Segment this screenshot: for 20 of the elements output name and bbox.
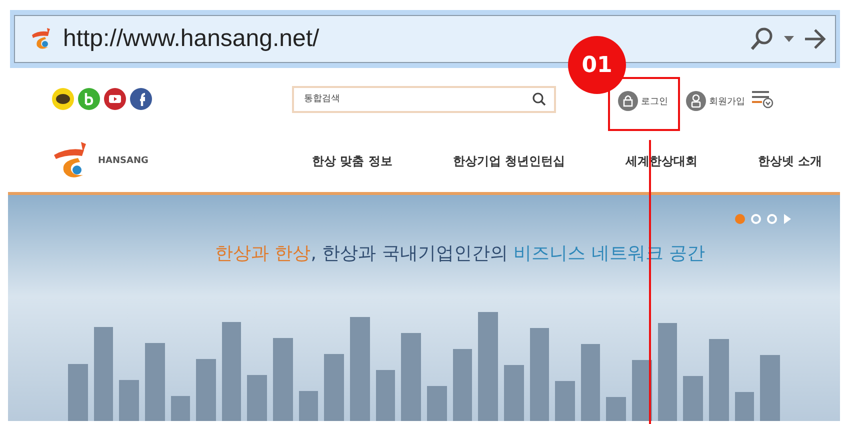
logo-text: HANSANG [98, 156, 148, 166]
menu-icon[interactable] [751, 89, 775, 109]
go-arrow-icon[interactable] [803, 28, 827, 50]
nav-link[interactable]: 한상 맞춤 정보 [312, 152, 392, 170]
user-link[interactable]: 회원가입 [686, 91, 745, 111]
person-icon [686, 91, 706, 111]
facebook-icon[interactable] [130, 88, 152, 110]
user-link[interactable]: 로그인 [618, 91, 668, 111]
talk-icon[interactable] [52, 88, 74, 110]
search-icon[interactable] [749, 26, 775, 52]
video-icon[interactable] [104, 88, 126, 110]
nav-link[interactable]: 한상넷 소개 [758, 152, 822, 170]
search-field[interactable]: 통합검색 [292, 86, 556, 112]
search-icon[interactable] [532, 92, 546, 106]
lock-icon [618, 91, 638, 111]
carousel-dot[interactable] [735, 214, 745, 224]
dropdown-caret-icon[interactable] [783, 35, 795, 43]
nav-link[interactable]: 한상기업 청년인턴십 [452, 152, 565, 170]
search-input[interactable]: 통합검색 [302, 93, 532, 105]
url-text: http://www.hansang.net/ [63, 25, 320, 53]
